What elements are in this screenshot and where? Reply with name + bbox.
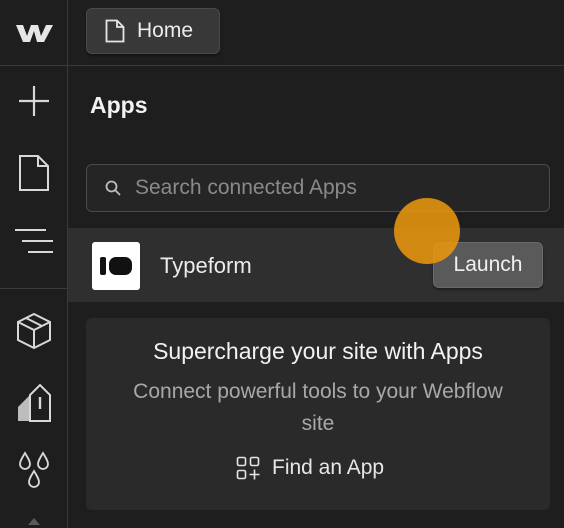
find-app-link[interactable]: Find an App [236, 456, 384, 480]
page-switcher-button[interactable]: Home [86, 8, 220, 54]
app-name: Typeform [160, 253, 252, 278]
app-root: Home Apps Typeform Launch Supercharge yo… [0, 0, 564, 528]
app-list-item[interactable]: Typeform Launch [68, 228, 564, 302]
find-app-label: Find an App [272, 456, 385, 479]
search-box[interactable] [86, 164, 550, 212]
panel-title: Apps [90, 92, 148, 118]
typeform-logo-icon [92, 242, 140, 290]
navigator-icon[interactable] [0, 208, 68, 274]
page-switcher-label: Home [137, 19, 194, 42]
search-icon [105, 180, 121, 196]
left-rail [0, 0, 68, 528]
components-icon[interactable] [0, 298, 68, 364]
apps-promo-card: Supercharge your site with Apps Connect … [86, 318, 550, 510]
page-icon [105, 19, 125, 43]
add-icon[interactable] [0, 68, 68, 134]
pages-icon[interactable] [0, 140, 68, 206]
cursor-indicator [394, 198, 460, 264]
apps-grid-add-icon [236, 456, 260, 480]
webflow-logo-icon[interactable] [0, 0, 68, 66]
rail-divider [0, 288, 68, 289]
top-bar: Home [68, 0, 564, 66]
promo-subtitle: Connect powerful tools to your Webflow s… [133, 380, 503, 435]
rail-scroll-indicator [28, 518, 40, 525]
style-manager-icon[interactable] [0, 370, 68, 436]
promo-title: Supercharge your site with Apps [153, 338, 483, 364]
variables-icon[interactable] [0, 438, 68, 504]
search-input[interactable] [135, 176, 535, 200]
